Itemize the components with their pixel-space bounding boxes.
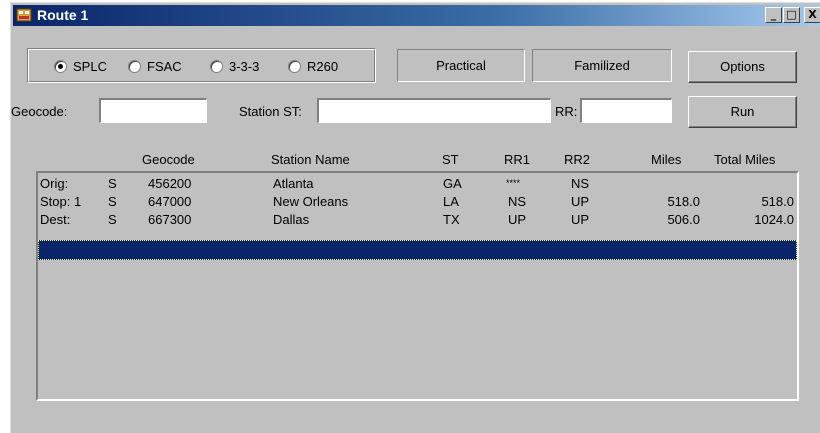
close-button[interactable]: X (804, 7, 820, 23)
radio-selected-dot (58, 64, 63, 69)
row-type: Orig: (40, 176, 69, 191)
column-header-total-miles: Total Miles (714, 152, 776, 167)
row-rr1: **** (506, 178, 521, 188)
column-header-station-name: Station Name (271, 152, 350, 167)
minimize-button[interactable]: _ (765, 7, 782, 23)
station-st-label: Station ST: (239, 104, 302, 119)
selected-empty-row[interactable] (38, 240, 797, 260)
row-type: Stop: 1 (40, 194, 82, 209)
row-flag: S (108, 194, 117, 209)
geocode-input[interactable] (99, 98, 207, 123)
radio-r260[interactable]: R260 (288, 59, 338, 74)
rr-label: RR: (555, 104, 578, 119)
row-total: 518.0 (761, 194, 794, 209)
table-row[interactable]: Dest: S 667300 Dallas TX UP UP 506.0 102… (38, 211, 797, 229)
window-title: Route 1 (37, 7, 89, 23)
options-button[interactable]: Options (688, 51, 797, 83)
row-station: Atlanta (273, 176, 314, 191)
radio-333-indicator[interactable] (210, 60, 223, 73)
row-geocode: 667300 (148, 212, 192, 227)
radio-333[interactable]: 3-3-3 (210, 59, 259, 74)
row-station: New Orleans (273, 194, 349, 209)
table-row[interactable]: Stop: 1 S 647000 New Orleans LA NS UP 51… (38, 193, 797, 211)
row-rr2: NS (571, 176, 590, 191)
radio-splc-indicator[interactable] (54, 60, 67, 73)
row-rr1: NS (508, 194, 527, 209)
row-miles: 506.0 (667, 212, 700, 227)
row-miles: 518.0 (667, 194, 700, 209)
maximize-button[interactable]: □ (783, 7, 800, 23)
row-st: GA (443, 176, 462, 191)
radio-r260-label: R260 (307, 59, 339, 74)
radio-333-label: 3-3-3 (229, 59, 260, 74)
radio-r260-indicator[interactable] (288, 60, 301, 73)
row-geocode: 647000 (148, 194, 192, 209)
column-header-geocode: Geocode (142, 152, 195, 167)
table-row[interactable]: Orig: S 456200 Atlanta GA **** NS (38, 175, 797, 193)
rr-input[interactable] (580, 98, 672, 123)
row-st: TX (443, 212, 460, 227)
radio-splc-label: SPLC (73, 59, 107, 74)
column-header-miles: Miles (651, 152, 682, 167)
row-rr1: UP (508, 212, 527, 227)
column-header-rr1: RR1 (504, 152, 531, 167)
row-station: Dallas (273, 212, 310, 227)
route-app-icon (16, 8, 32, 22)
row-flag: S (108, 212, 117, 227)
row-geocode: 456200 (148, 176, 192, 191)
code-type-group: SPLC FSAC 3-3-3 R260 (27, 48, 376, 83)
familized-button[interactable]: Familized (532, 49, 672, 82)
geocode-label: Geocode: (11, 104, 68, 119)
row-rr2: UP (571, 212, 590, 227)
route-window: Route 1 _ □ X SPLC FSAC 3-3-3 R260 Pract… (10, 2, 820, 433)
radio-fsac-label: FSAC (147, 59, 182, 74)
station-st-input[interactable] (317, 98, 551, 123)
row-st: LA (443, 194, 459, 209)
route-list[interactable]: Orig: S 456200 Atlanta GA **** NS Stop: … (36, 171, 799, 401)
practical-button[interactable]: Practical (397, 49, 525, 82)
row-type: Dest: (40, 212, 71, 227)
radio-fsac-indicator[interactable] (128, 60, 141, 73)
column-header-st: ST (442, 152, 459, 167)
title-bar[interactable]: Route 1 _ □ X (13, 5, 820, 26)
row-rr2: UP (571, 194, 590, 209)
radio-fsac[interactable]: FSAC (128, 59, 182, 74)
run-button[interactable]: Run (688, 96, 797, 128)
row-total: 1024.0 (754, 212, 794, 227)
row-flag: S (108, 176, 117, 191)
radio-splc[interactable]: SPLC (54, 59, 107, 74)
column-header-rr2: RR2 (564, 152, 591, 167)
